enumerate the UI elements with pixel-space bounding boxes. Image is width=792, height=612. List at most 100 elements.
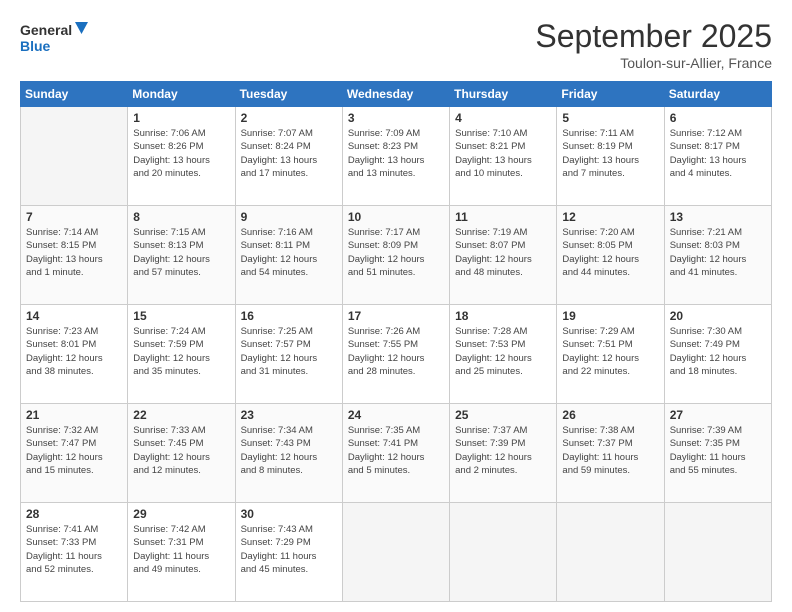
day-info: Sunrise: 7:35 AMSunset: 7:41 PMDaylight:… <box>348 424 444 477</box>
day-number: 27 <box>670 408 766 422</box>
day-number: 26 <box>562 408 658 422</box>
day-cell: 5 Sunrise: 7:11 AMSunset: 8:19 PMDaylight… <box>557 107 664 206</box>
day-number: 12 <box>562 210 658 224</box>
day-cell: 29 Sunrise: 7:42 AMSunset: 7:31 PMDayligh… <box>128 503 235 602</box>
day-cell: 23 Sunrise: 7:34 AMSunset: 7:43 PMDayligh… <box>235 404 342 503</box>
day-info: Sunrise: 7:23 AMSunset: 8:01 PMDaylight:… <box>26 325 122 378</box>
day-number: 2 <box>241 111 337 125</box>
day-cell: 15Sunrise: 7:24 AMSunset: 7:59 PMDayligh… <box>128 305 235 404</box>
col-tuesday: Tuesday <box>235 82 342 107</box>
day-info: Sunrise: 7:15 AMSunset: 8:13 PMDaylight:… <box>133 226 229 279</box>
location: Toulon-sur-Allier, France <box>535 55 772 71</box>
day-number: 17 <box>348 309 444 323</box>
day-cell: 16Sunrise: 7:25 AMSunset: 7:57 PMDayligh… <box>235 305 342 404</box>
day-cell: 9 Sunrise: 7:16 AMSunset: 8:11 PMDaylight… <box>235 206 342 305</box>
day-number: 13 <box>670 210 766 224</box>
day-cell: 1 Sunrise: 7:06 AMSunset: 8:26 PMDaylight… <box>128 107 235 206</box>
day-cell: 18Sunrise: 7:28 AMSunset: 7:53 PMDayligh… <box>450 305 557 404</box>
day-info: Sunrise: 7:07 AMSunset: 8:24 PMDaylight:… <box>241 127 337 180</box>
day-info: Sunrise: 7:10 AMSunset: 8:21 PMDaylight:… <box>455 127 551 180</box>
logo: General Blue <box>20 18 90 58</box>
day-info: Sunrise: 7:37 AMSunset: 7:39 PMDaylight:… <box>455 424 551 477</box>
day-number: 23 <box>241 408 337 422</box>
day-info: Sunrise: 7:11 AMSunset: 8:19 PMDaylight:… <box>562 127 658 180</box>
day-number: 3 <box>348 111 444 125</box>
day-info: Sunrise: 7:26 AMSunset: 7:55 PMDaylight:… <box>348 325 444 378</box>
col-saturday: Saturday <box>664 82 771 107</box>
day-number: 28 <box>26 507 122 521</box>
day-info: Sunrise: 7:34 AMSunset: 7:43 PMDaylight:… <box>241 424 337 477</box>
day-info: Sunrise: 7:19 AMSunset: 8:07 PMDaylight:… <box>455 226 551 279</box>
day-cell <box>450 503 557 602</box>
day-cell: 24Sunrise: 7:35 AMSunset: 7:41 PMDayligh… <box>342 404 449 503</box>
day-info: Sunrise: 7:12 AMSunset: 8:17 PMDaylight:… <box>670 127 766 180</box>
calendar-table: Sunday Monday Tuesday Wednesday Thursday… <box>20 81 772 602</box>
header: General Blue September 2025 Toulon-sur-A… <box>20 18 772 71</box>
col-monday: Monday <box>128 82 235 107</box>
day-cell: 3 Sunrise: 7:09 AMSunset: 8:23 PMDaylight… <box>342 107 449 206</box>
day-info: Sunrise: 7:14 AMSunset: 8:15 PMDaylight:… <box>26 226 122 279</box>
week-row-0: 1 Sunrise: 7:06 AMSunset: 8:26 PMDaylight… <box>21 107 772 206</box>
svg-text:Blue: Blue <box>20 38 51 54</box>
day-info: Sunrise: 7:17 AMSunset: 8:09 PMDaylight:… <box>348 226 444 279</box>
day-info: Sunrise: 7:09 AMSunset: 8:23 PMDaylight:… <box>348 127 444 180</box>
day-number: 30 <box>241 507 337 521</box>
day-cell: 11 Sunrise: 7:19 AMSunset: 8:07 PMDayligh… <box>450 206 557 305</box>
day-cell: 30 Sunrise: 7:43 AMSunset: 7:29 PMDayligh… <box>235 503 342 602</box>
day-cell: 14 Sunrise: 7:23 AMSunset: 8:01 PMDayligh… <box>21 305 128 404</box>
day-number: 21 <box>26 408 122 422</box>
day-number: 9 <box>241 210 337 224</box>
week-row-1: 7 Sunrise: 7:14 AMSunset: 8:15 PMDaylight… <box>21 206 772 305</box>
day-cell: 2 Sunrise: 7:07 AMSunset: 8:24 PMDaylight… <box>235 107 342 206</box>
col-thursday: Thursday <box>450 82 557 107</box>
day-cell: 28 Sunrise: 7:41 AMSunset: 7:33 PMDayligh… <box>21 503 128 602</box>
day-number: 1 <box>133 111 229 125</box>
day-cell: 17 Sunrise: 7:26 AMSunset: 7:55 PMDayligh… <box>342 305 449 404</box>
day-info: Sunrise: 7:41 AMSunset: 7:33 PMDaylight:… <box>26 523 122 576</box>
day-number: 11 <box>455 210 551 224</box>
day-cell <box>557 503 664 602</box>
day-info: Sunrise: 7:43 AMSunset: 7:29 PMDaylight:… <box>241 523 337 576</box>
day-number: 6 <box>670 111 766 125</box>
day-number: 14 <box>26 309 122 323</box>
day-info: Sunrise: 7:42 AMSunset: 7:31 PMDaylight:… <box>133 523 229 576</box>
day-cell: 26Sunrise: 7:38 AMSunset: 7:37 PMDayligh… <box>557 404 664 503</box>
day-number: 18 <box>455 309 551 323</box>
day-cell: 10 Sunrise: 7:17 AMSunset: 8:09 PMDayligh… <box>342 206 449 305</box>
day-cell <box>342 503 449 602</box>
day-cell: 7 Sunrise: 7:14 AMSunset: 8:15 PMDaylight… <box>21 206 128 305</box>
day-number: 25 <box>455 408 551 422</box>
day-info: Sunrise: 7:16 AMSunset: 8:11 PMDaylight:… <box>241 226 337 279</box>
month-title: September 2025 <box>535 18 772 55</box>
day-cell: 19Sunrise: 7:29 AMSunset: 7:51 PMDayligh… <box>557 305 664 404</box>
day-cell <box>21 107 128 206</box>
day-number: 29 <box>133 507 229 521</box>
day-number: 15 <box>133 309 229 323</box>
day-cell: 22Sunrise: 7:33 AMSunset: 7:45 PMDayligh… <box>128 404 235 503</box>
day-info: Sunrise: 7:25 AMSunset: 7:57 PMDaylight:… <box>241 325 337 378</box>
day-cell <box>664 503 771 602</box>
day-cell: 27 Sunrise: 7:39 AMSunset: 7:35 PMDayligh… <box>664 404 771 503</box>
day-info: Sunrise: 7:39 AMSunset: 7:35 PMDaylight:… <box>670 424 766 477</box>
day-cell: 21 Sunrise: 7:32 AMSunset: 7:47 PMDayligh… <box>21 404 128 503</box>
day-info: Sunrise: 7:33 AMSunset: 7:45 PMDaylight:… <box>133 424 229 477</box>
day-number: 8 <box>133 210 229 224</box>
col-wednesday: Wednesday <box>342 82 449 107</box>
day-info: Sunrise: 7:20 AMSunset: 8:05 PMDaylight:… <box>562 226 658 279</box>
day-cell: 8 Sunrise: 7:15 AMSunset: 8:13 PMDaylight… <box>128 206 235 305</box>
day-info: Sunrise: 7:06 AMSunset: 8:26 PMDaylight:… <box>133 127 229 180</box>
week-row-2: 14 Sunrise: 7:23 AMSunset: 8:01 PMDayligh… <box>21 305 772 404</box>
day-number: 20 <box>670 309 766 323</box>
day-info: Sunrise: 7:32 AMSunset: 7:47 PMDaylight:… <box>26 424 122 477</box>
day-cell: 25 Sunrise: 7:37 AMSunset: 7:39 PMDayligh… <box>450 404 557 503</box>
day-cell: 6 Sunrise: 7:12 AMSunset: 8:17 PMDaylight… <box>664 107 771 206</box>
logo-svg: General Blue <box>20 18 90 58</box>
day-info: Sunrise: 7:21 AMSunset: 8:03 PMDaylight:… <box>670 226 766 279</box>
day-number: 10 <box>348 210 444 224</box>
day-number: 5 <box>562 111 658 125</box>
day-info: Sunrise: 7:30 AMSunset: 7:49 PMDaylight:… <box>670 325 766 378</box>
day-cell: 13 Sunrise: 7:21 AMSunset: 8:03 PMDayligh… <box>664 206 771 305</box>
day-number: 4 <box>455 111 551 125</box>
day-number: 19 <box>562 309 658 323</box>
day-number: 7 <box>26 210 122 224</box>
